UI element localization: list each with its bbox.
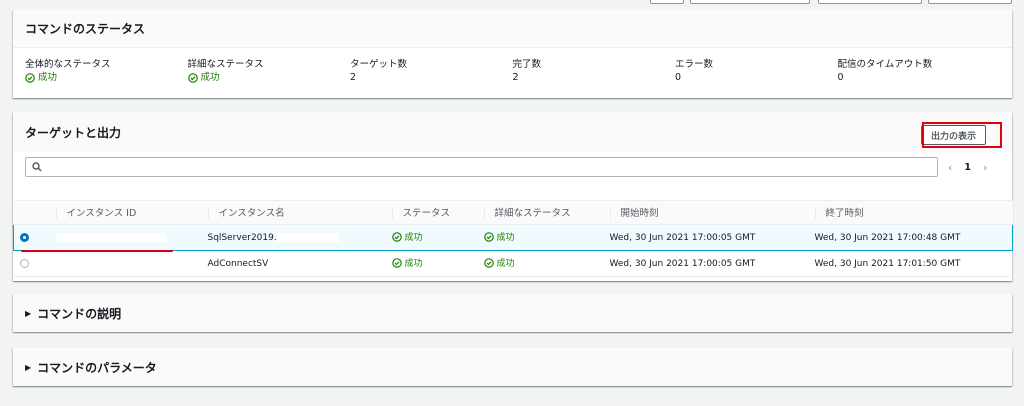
delivery-timeout-value: 0 xyxy=(837,72,844,83)
column-header-status[interactable]: ステータス xyxy=(385,200,478,225)
toolbar-button-stub[interactable] xyxy=(650,0,684,4)
success-check-icon xyxy=(187,72,198,83)
start-time-cell: Wed, 30 Jun 2021 17:00:05 GMT xyxy=(603,250,809,277)
end-time-cell: Wed, 30 Jun 2021 17:01:50 GMT xyxy=(808,250,1013,277)
command-parameters-title: コマンドのパラメータ xyxy=(37,360,157,375)
instance-name-cell: AdConnectSV xyxy=(201,250,386,277)
search-input[interactable] xyxy=(46,160,931,174)
completed-count-value: 2 xyxy=(512,72,519,83)
row-radio-selected[interactable] xyxy=(20,232,29,242)
column-header-select xyxy=(13,200,50,225)
column-header-end-time[interactable]: 終了時刻 xyxy=(808,200,1013,225)
success-check-icon xyxy=(25,72,35,83)
summary-error-count: エラー数 0 xyxy=(675,58,838,86)
summary-delivery-timeout-count: 配信のタイムアウト数 0 xyxy=(838,58,1001,86)
column-header-start-time[interactable]: 開始時刻 xyxy=(603,200,809,225)
instance-id-cell xyxy=(49,224,202,251)
table-toolbar: ‹ 1 › xyxy=(25,156,1000,178)
end-time-cell: Wed, 30 Jun 2021 17:00:48 GMT xyxy=(808,224,1013,251)
pagination: ‹ 1 › xyxy=(948,161,987,174)
toolbar-button-stub[interactable] xyxy=(928,0,1012,4)
expand-caret-icon: ▶ xyxy=(25,308,32,318)
next-page-icon[interactable]: › xyxy=(983,161,987,174)
current-page-number[interactable]: 1 xyxy=(964,162,971,173)
target-count-value: 2 xyxy=(350,72,357,83)
column-header-instance-name[interactable]: インスタンス名 xyxy=(201,200,386,225)
command-description-title: コマンドの説明 xyxy=(37,306,122,321)
detailed-status-value: 成功 xyxy=(200,72,220,83)
success-check-icon xyxy=(391,231,402,242)
targets-table: インスタンス ID インスタンス名 ステータス 詳細なステータス 開始時刻 終了… xyxy=(13,200,1013,277)
success-check-icon xyxy=(483,257,494,268)
toolbar-button-stub[interactable] xyxy=(818,0,922,4)
status-summary: 全体的なステータス 成功 詳細なステータス 成功 ターゲット数 2 完了数 2 … xyxy=(13,48,1012,86)
row-radio[interactable] xyxy=(19,258,29,268)
instance-name-cell: SqlServer2019. xyxy=(201,224,386,251)
targets-title: ターゲットと出力 xyxy=(25,125,122,140)
start-time-cell: Wed, 30 Jun 2021 17:00:05 GMT xyxy=(603,224,809,251)
search-box[interactable] xyxy=(25,157,938,177)
column-header-detailed-status[interactable]: 詳細なステータス xyxy=(477,200,604,225)
summary-detailed-status: 詳細なステータス 成功 xyxy=(187,59,264,83)
instance-id-cell xyxy=(49,250,202,277)
summary-overall-status: 全体的なステータス 成功 xyxy=(25,59,111,83)
command-parameters-panel[interactable]: ▶ コマンドのパラメータ xyxy=(13,348,1012,386)
expand-caret-icon: ▶ xyxy=(25,362,32,372)
success-check-icon xyxy=(483,231,494,242)
table-header-row: インスタンス ID インスタンス名 ステータス 詳細なステータス 開始時刻 終了… xyxy=(13,200,1013,225)
redacted-instance-id xyxy=(55,232,166,242)
summary-completed-count: 完了数 2 xyxy=(513,58,676,86)
detailed-status-value: 成功 xyxy=(496,259,515,270)
table-row[interactable]: SqlServer2019. 成功 成功 Wed, 30 Jun 2021 17… xyxy=(13,224,1013,251)
view-output-button[interactable]: 出力の表示 xyxy=(920,125,986,145)
targets-and-outputs-panel: ターゲットと出力 出力の表示 ‹ 1 › インスタンス ID インスタンス名 ス… xyxy=(13,112,1013,281)
success-check-icon xyxy=(391,257,402,268)
annotation-underline xyxy=(21,250,173,252)
toolbar-button-stub[interactable] xyxy=(690,0,810,4)
search-icon xyxy=(32,162,42,172)
overall-status-value: 成功 xyxy=(38,72,58,83)
column-header-instance-id[interactable]: インスタンス ID xyxy=(49,200,202,225)
command-status-title: コマンドのステータス xyxy=(13,10,1012,48)
command-status-panel: コマンドのステータス 全体的なステータス 成功 詳細なステータス 成功 ターゲッ… xyxy=(13,10,1012,98)
command-description-panel[interactable]: ▶ コマンドの説明 xyxy=(13,294,1012,332)
status-value: 成功 xyxy=(404,233,423,244)
error-count-value: 0 xyxy=(675,72,682,83)
table-row[interactable]: AdConnectSV 成功 成功 Wed, 30 Jun 2021 17:00… xyxy=(13,250,1013,277)
previous-page-icon[interactable]: ‹ xyxy=(948,161,952,174)
summary-target-count: ターゲット数 2 xyxy=(350,58,513,86)
detailed-status-value: 成功 xyxy=(496,233,515,244)
status-value: 成功 xyxy=(404,259,423,270)
